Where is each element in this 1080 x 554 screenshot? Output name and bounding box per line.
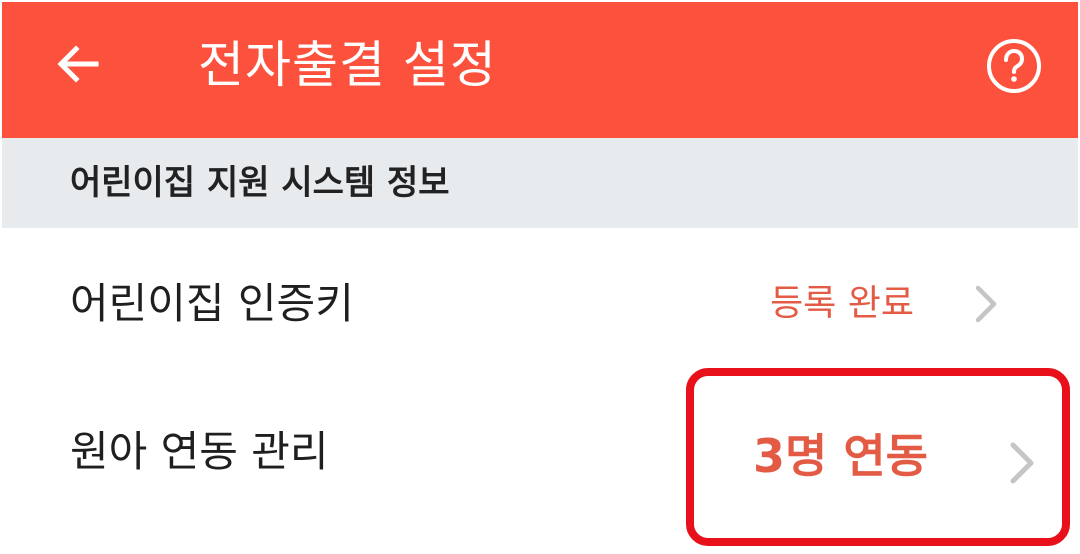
section-header: 어린이집 지원 시스템 정보 — [2, 138, 1078, 228]
setting-value-linked-count: 3명 연동 — [753, 429, 928, 483]
setting-value-status: 등록 완료 — [770, 283, 914, 324]
setting-label: 원아 연동 관리 — [70, 427, 329, 476]
settings-screen: 전자출결 설정 어린이집 지원 시스템 정보 어린이집 인증키 등록 완료 원아… — [2, 2, 1078, 526]
setting-row-auth-key[interactable]: 어린이집 인증키 등록 완료 — [2, 228, 1078, 379]
arrow-left-icon — [57, 45, 99, 83]
setting-row-child-link[interactable]: 원아 연동 관리 3명 연동 — [2, 378, 1078, 526]
section-title: 어린이집 지원 시스템 정보 — [70, 163, 450, 203]
help-button[interactable] — [980, 32, 1048, 100]
setting-label: 어린이집 인증키 — [70, 279, 354, 328]
page-title: 전자출결 설정 — [198, 36, 497, 94]
back-button[interactable] — [46, 32, 110, 96]
app-bar: 전자출결 설정 — [2, 2, 1078, 138]
question-circle-icon — [987, 39, 1041, 93]
chevron-right-icon — [968, 282, 1004, 326]
chevron-right-icon — [1002, 438, 1042, 488]
